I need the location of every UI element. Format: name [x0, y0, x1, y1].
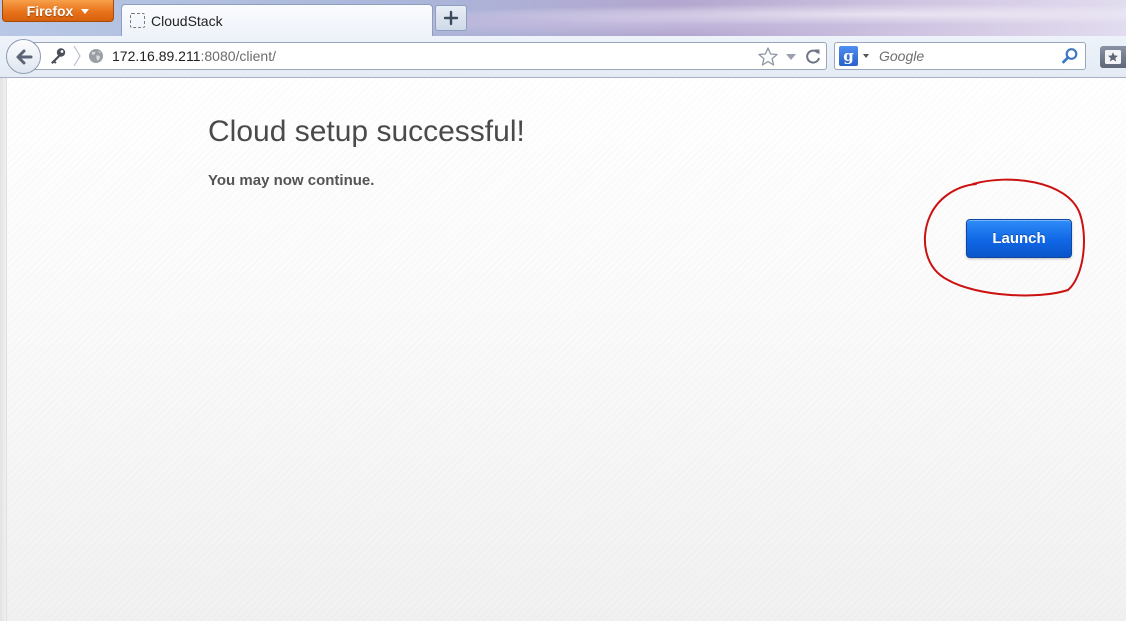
bookmark-star-icon[interactable] [757, 46, 779, 68]
search-input[interactable] [879, 46, 1051, 66]
address-bar[interactable]: 172.16.89.211:8080/client/ [32, 42, 827, 70]
back-arrow-icon [16, 49, 32, 64]
search-magnifier-icon[interactable] [1061, 47, 1079, 65]
launch-button[interactable]: Launch [966, 219, 1072, 258]
search-engine-button[interactable]: g [839, 46, 875, 66]
url-path: :8080/client/ [200, 48, 277, 64]
search-bar[interactable]: g [834, 42, 1086, 70]
separator-chevron-icon [73, 45, 81, 67]
identity-key-icon [51, 48, 66, 64]
url-host: 172.16.89.211 [112, 48, 201, 64]
dropdown-caret-icon [81, 8, 90, 14]
new-tab-button[interactable] [435, 5, 467, 31]
tab-cloudstack[interactable]: CloudStack [121, 4, 433, 36]
google-logo-icon: g [839, 46, 858, 66]
firefox-menu-label: Firefox [26, 2, 74, 19]
url-text[interactable]: 172.16.89.211:8080/client/ [112, 48, 276, 64]
bookmarks-icon [1105, 50, 1121, 64]
default-favicon-icon [130, 13, 145, 28]
bookmarks-menu-button[interactable] [1100, 46, 1126, 68]
identity-button[interactable] [45, 44, 71, 68]
reload-icon[interactable] [803, 46, 823, 68]
plus-icon [443, 10, 459, 26]
globe-icon [89, 49, 103, 63]
firefox-menu-button[interactable]: Firefox [2, 0, 114, 22]
back-button[interactable] [6, 39, 41, 74]
page-content [0, 78, 1126, 621]
page-title: Cloud setup successful! [208, 115, 525, 148]
content-left-border [0, 78, 7, 621]
title-bar: Firefox CloudStack [0, 0, 1126, 36]
navigation-toolbar: 172.16.89.211:8080/client/ g [0, 36, 1126, 78]
engine-dropdown-caret-icon [863, 54, 869, 58]
tab-title: CloudStack [151, 12, 223, 29]
page-subtext: You may now continue. [208, 172, 375, 189]
history-dropdown-icon[interactable] [784, 46, 798, 68]
